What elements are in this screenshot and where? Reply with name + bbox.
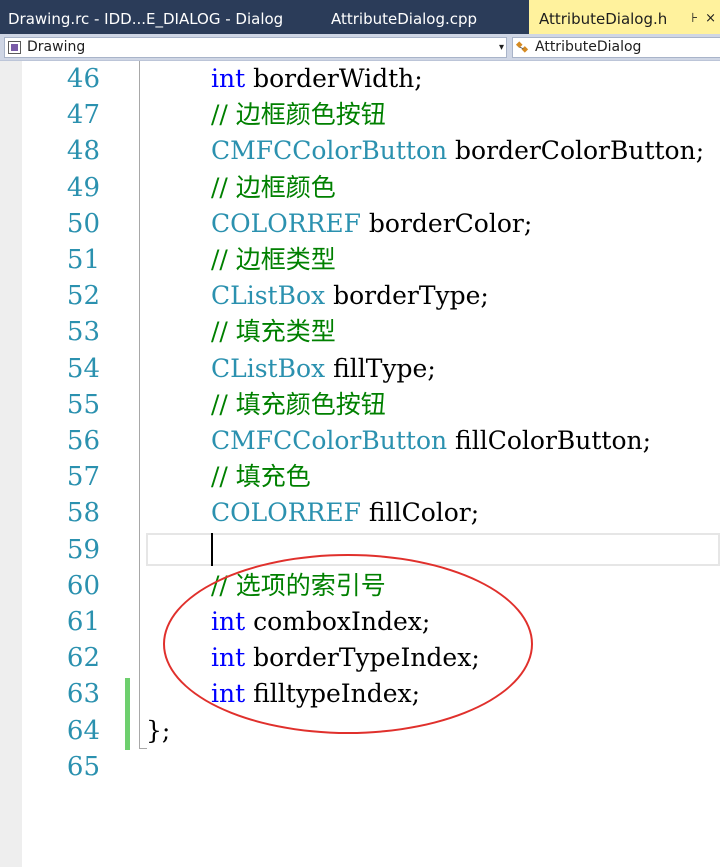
line-number: 51 bbox=[66, 245, 100, 275]
code-line[interactable]: // 边框颜色 bbox=[211, 170, 336, 206]
tab-label: AttributeDialog.cpp bbox=[331, 10, 478, 28]
comment-token: // 边框颜色 bbox=[211, 172, 336, 202]
code-editor[interactable]: 46 47 48 49 50 51 52 53 54 55 56 57 58 59 60 61 62 63 64 65… bbox=[0, 61, 720, 867]
code-token: }; bbox=[146, 715, 171, 745]
annotation-circle bbox=[163, 554, 533, 734]
comment-token: // 边框颜色按钮 bbox=[211, 100, 386, 130]
scope-dropdown[interactable]: Drawing ▾ bbox=[4, 37, 507, 58]
navigation-bar: Drawing ▾ AttributeDialog bbox=[0, 34, 720, 61]
code-line[interactable]: // 填充色 bbox=[211, 459, 311, 495]
comment-token: // 填充颜色按钮 bbox=[211, 389, 386, 419]
member-label: AttributeDialog bbox=[535, 39, 642, 55]
code-line[interactable]: COLORREF fillColor; bbox=[211, 495, 479, 531]
line-number: 59 bbox=[66, 534, 100, 565]
code-line[interactable]: CListBox fillType; bbox=[211, 351, 436, 387]
comment-token: // 填充色 bbox=[211, 462, 311, 492]
line-number: 53 bbox=[66, 317, 100, 348]
change-marker bbox=[125, 678, 130, 750]
code-token: borderType; bbox=[325, 281, 489, 311]
type-token: COLORREF bbox=[211, 208, 361, 238]
class-icon bbox=[516, 41, 529, 53]
line-number: 60 bbox=[66, 570, 100, 601]
line-number: 58 bbox=[66, 498, 100, 529]
code-line[interactable]: }; bbox=[146, 713, 170, 749]
code-line[interactable]: // 填充类型 bbox=[211, 314, 336, 350]
text-caret bbox=[211, 533, 213, 566]
line-number: 54 bbox=[66, 353, 100, 384]
code-line[interactable]: // 边框类型 bbox=[211, 242, 336, 278]
code-token: borderColor; bbox=[360, 208, 533, 238]
code-line[interactable]: CMFCColorButton fillColorButton; bbox=[211, 423, 651, 459]
type-token: CMFCColorButton bbox=[211, 136, 448, 166]
line-number: 56 bbox=[66, 426, 100, 456]
code-line[interactable]: // 填充颜色按钮 bbox=[211, 387, 386, 423]
code-line[interactable]: int borderWidth; bbox=[211, 61, 423, 97]
line-number: 50 bbox=[66, 208, 100, 239]
code-token: fillType; bbox=[325, 353, 436, 383]
project-icon bbox=[8, 41, 21, 54]
document-tab-strip: Drawing.rc - IDD...E_DIALOG - Dialog Att… bbox=[0, 0, 720, 34]
line-number: 65 bbox=[66, 751, 100, 782]
glyph-margin bbox=[0, 61, 22, 867]
tab-label: AttributeDialog.h bbox=[539, 10, 668, 28]
type-token: CListBox bbox=[211, 281, 326, 311]
tab-label: Drawing.rc - IDD...E_DIALOG - Dialog bbox=[8, 10, 284, 28]
outline-fold-line bbox=[139, 61, 140, 749]
line-number: 48 bbox=[66, 136, 100, 167]
line-number: 61 bbox=[66, 607, 100, 637]
code-line[interactable]: COLORREF borderColor; bbox=[211, 206, 532, 242]
code-token: borderWidth; bbox=[245, 64, 423, 93]
comment-token: // 填充类型 bbox=[211, 317, 336, 347]
line-number: 47 bbox=[66, 100, 100, 131]
code-token: borderColorButton; bbox=[447, 136, 705, 166]
code-line[interactable]: CListBox borderType; bbox=[211, 278, 489, 314]
type-token: CMFCColorButton bbox=[211, 426, 448, 455]
pin-icon[interactable]: ⊦ bbox=[691, 0, 698, 34]
line-number: 55 bbox=[66, 389, 100, 420]
code-line[interactable]: // 边框颜色按钮 bbox=[211, 97, 386, 133]
line-number: 64 bbox=[66, 715, 100, 746]
code-line[interactable]: CMFCColorButton borderColorButton; bbox=[211, 133, 704, 169]
code-token: fillColor; bbox=[360, 498, 480, 528]
line-number: 63 bbox=[66, 679, 100, 710]
member-dropdown[interactable]: AttributeDialog bbox=[512, 37, 720, 58]
close-icon[interactable]: × bbox=[705, 0, 716, 34]
tab-attributedialog-cpp[interactable]: AttributeDialog.cpp bbox=[323, 0, 529, 34]
tab-drawing-rc[interactable]: Drawing.rc - IDD...E_DIALOG - Dialog bbox=[0, 0, 323, 34]
line-number: 49 bbox=[66, 172, 100, 203]
comment-token: // 边框类型 bbox=[211, 245, 336, 274]
keyword-token: int bbox=[211, 64, 246, 93]
line-number: 62 bbox=[66, 643, 100, 674]
type-token: CListBox bbox=[211, 353, 326, 383]
line-number: 57 bbox=[66, 462, 100, 493]
current-line-highlight bbox=[146, 533, 720, 566]
tab-attributedialog-h[interactable]: AttributeDialog.h ⊦ × bbox=[529, 0, 720, 34]
chevron-down-icon[interactable]: ▾ bbox=[499, 38, 504, 57]
line-number: 46 bbox=[66, 64, 100, 94]
line-number: 52 bbox=[66, 281, 100, 312]
type-token: COLORREF bbox=[211, 498, 361, 528]
code-token: fillColorButton; bbox=[447, 426, 652, 455]
scope-label: Drawing bbox=[27, 39, 86, 55]
